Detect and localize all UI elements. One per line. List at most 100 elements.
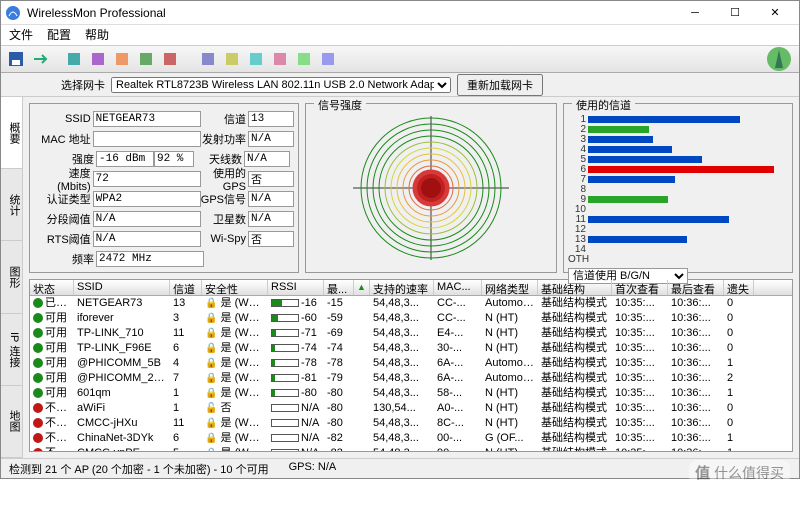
adapter-row: 选择网卡 Realtek RTL8723B Wireless LAN 802.1…	[1, 73, 799, 97]
channel-bar: 6	[568, 164, 788, 174]
frag-field[interactable]	[93, 211, 201, 227]
txpower-field[interactable]	[248, 131, 294, 147]
tab-stats[interactable]: 统计	[1, 169, 22, 241]
ssid-field[interactable]	[93, 111, 201, 127]
network-row[interactable]: 可用TP-LINK_F96E6🔒 是 (WPA2)-74-7454,48,3..…	[30, 341, 792, 356]
channel-panel: 使用的信道 1234567891011121314OTH 信道使用 B/G/N	[563, 103, 793, 273]
adapter-label: 选择网卡	[61, 77, 105, 93]
tool-icon-5[interactable]	[161, 50, 179, 68]
tool-icon-7[interactable]	[223, 50, 241, 68]
channel-bar: 14	[568, 244, 788, 254]
arrow-icon[interactable]	[31, 50, 49, 68]
column-header[interactable]: SSID	[74, 280, 170, 295]
channel-bar: 7	[568, 174, 788, 184]
column-header[interactable]: 网络类型	[482, 280, 538, 295]
gpssig-field[interactable]	[248, 191, 294, 207]
channel-title: 使用的信道	[572, 97, 635, 113]
channel-bar: 8	[568, 184, 788, 194]
app-window: WirelessMon Professional ─ ☐ ✕ 文件 配置 帮助 …	[0, 0, 800, 479]
channel-bar: 4	[568, 144, 788, 154]
network-row[interactable]: 可用iforever3🔒 是 (WPA2)-60-5954,48,3...CC-…	[30, 311, 792, 326]
status-ap: 检测到 21 个 AP (20 个加密 - 1 个未加密) - 10 个可用	[9, 461, 269, 476]
channel-bar: 13	[568, 234, 788, 244]
toolbar	[1, 45, 799, 73]
save-icon[interactable]	[7, 50, 25, 68]
column-header[interactable]: MAC...	[434, 280, 482, 295]
watermark: 值 什么值得买	[689, 460, 790, 485]
signal-radar	[351, 113, 511, 263]
menu-file[interactable]: 文件	[9, 25, 33, 45]
strength-field[interactable]	[96, 151, 154, 167]
channel-bar: 12	[568, 224, 788, 234]
tab-map[interactable]: 地图	[1, 386, 22, 458]
sat-field[interactable]	[248, 211, 294, 227]
channel-bar: OTH	[568, 254, 788, 264]
tool-icon-2[interactable]	[89, 50, 107, 68]
mac-field[interactable]	[93, 131, 201, 147]
speed-field[interactable]	[93, 171, 201, 187]
gps-field[interactable]	[248, 171, 294, 187]
channel-bar: 3	[568, 134, 788, 144]
pct-field[interactable]	[154, 151, 194, 167]
network-row[interactable]: 不可用aWiFi1🔓 否N/A-80130,54...A0-...N (HT)基…	[30, 401, 792, 416]
column-header[interactable]: 最后查看	[668, 280, 724, 295]
channel-field[interactable]	[248, 111, 294, 127]
tool-icon-4[interactable]	[137, 50, 155, 68]
window-title: WirelessMon Professional	[27, 6, 675, 20]
column-header[interactable]: 基础结构	[538, 280, 612, 295]
tab-ipconn[interactable]: IP 连接	[1, 314, 22, 386]
status-gps: GPS: N/A	[289, 461, 337, 476]
network-row[interactable]: 可用TP-LINK_71011🔒 是 (WPA2)-71-6954,48,3..…	[30, 326, 792, 341]
channel-bar: 9	[568, 194, 788, 204]
column-header[interactable]: 首次查看	[612, 280, 668, 295]
tool-icon-10[interactable]	[295, 50, 313, 68]
signal-panel: 信号强度	[305, 103, 557, 273]
close-button[interactable]: ✕	[755, 1, 795, 25]
titlebar: WirelessMon Professional ─ ☐ ✕	[1, 1, 799, 25]
adapter-select[interactable]: Realtek RTL8723B Wireless LAN 802.11n US…	[111, 77, 451, 93]
column-header[interactable]: 安全性	[202, 280, 268, 295]
antenna-field[interactable]	[244, 151, 290, 167]
network-row[interactable]: 不可用ChinaNet-3DYk6🔒 是 (WPA2)N/A-8254,48,3…	[30, 431, 792, 446]
tool-icon-1[interactable]	[65, 50, 83, 68]
channel-bar: 1	[568, 114, 788, 124]
info-panel: SSID信道 MAC 地址发射功率 强度天线数 速度 (Mbits)使用的GPS…	[29, 103, 299, 273]
column-header[interactable]: 信道	[170, 280, 202, 295]
column-header[interactable]: 状态	[30, 280, 74, 295]
network-row[interactable]: 可用@PHICOMM_5B4🔒 是 (WPA2)-78-7854,48,3...…	[30, 356, 792, 371]
reload-adapter-button[interactable]: 重新加载网卡	[457, 74, 543, 96]
tool-icon-11[interactable]	[319, 50, 337, 68]
network-grid: 状态SSID信道安全性RSSI最...▲支持的速率MAC...网络类型基础结构首…	[29, 279, 793, 452]
channel-bar: 10	[568, 204, 788, 214]
tab-summary[interactable]: 概要	[1, 97, 22, 169]
tool-icon-3[interactable]	[113, 50, 131, 68]
menu-help[interactable]: 帮助	[85, 25, 109, 45]
column-header[interactable]: RSSI	[268, 280, 324, 295]
wispy-field[interactable]	[248, 231, 294, 247]
channel-bar: 11	[568, 214, 788, 224]
network-row[interactable]: 可用@PHICOMM_29#4037🔒 是 (WPA2)-81-7954,48,…	[30, 371, 792, 386]
network-row[interactable]: 已连接NETGEAR7313🔒 是 (WPA2)-16-1554,48,3...…	[30, 296, 792, 311]
tower-icon	[765, 45, 793, 73]
app-icon	[5, 5, 21, 21]
channel-bar: 5	[568, 154, 788, 164]
maximize-button[interactable]: ☐	[715, 1, 755, 25]
network-row[interactable]: 可用601qm1🔒 是 (WPA2)-80-8054,48,3...58-...…	[30, 386, 792, 401]
minimize-button[interactable]: ─	[675, 1, 715, 25]
tool-icon-8[interactable]	[247, 50, 265, 68]
menu-config[interactable]: 配置	[47, 25, 71, 45]
column-header[interactable]: ▲	[354, 280, 370, 295]
column-header[interactable]: 最...	[324, 280, 354, 295]
tab-graph[interactable]: 图形	[1, 241, 22, 313]
rts-field[interactable]	[93, 231, 201, 247]
tool-icon-9[interactable]	[271, 50, 289, 68]
auth-field[interactable]	[93, 191, 201, 207]
channel-bar: 2	[568, 124, 788, 134]
network-row[interactable]: 不可用CMCC-jHXu11🔒 是 (WPA2)N/A-8054,48,3...…	[30, 416, 792, 431]
freq-field[interactable]	[96, 251, 204, 267]
column-header[interactable]: 支持的速率	[370, 280, 434, 295]
tool-icon-6[interactable]	[199, 50, 217, 68]
column-header[interactable]: 遗失	[724, 280, 754, 295]
statusbar: 检测到 21 个 AP (20 个加密 - 1 个未加密) - 10 个可用 G…	[1, 458, 799, 478]
network-row[interactable]: 不可用CMCC-vnPE5🔒 是 (WPA2)N/A-8254,48,3...9…	[30, 446, 792, 452]
